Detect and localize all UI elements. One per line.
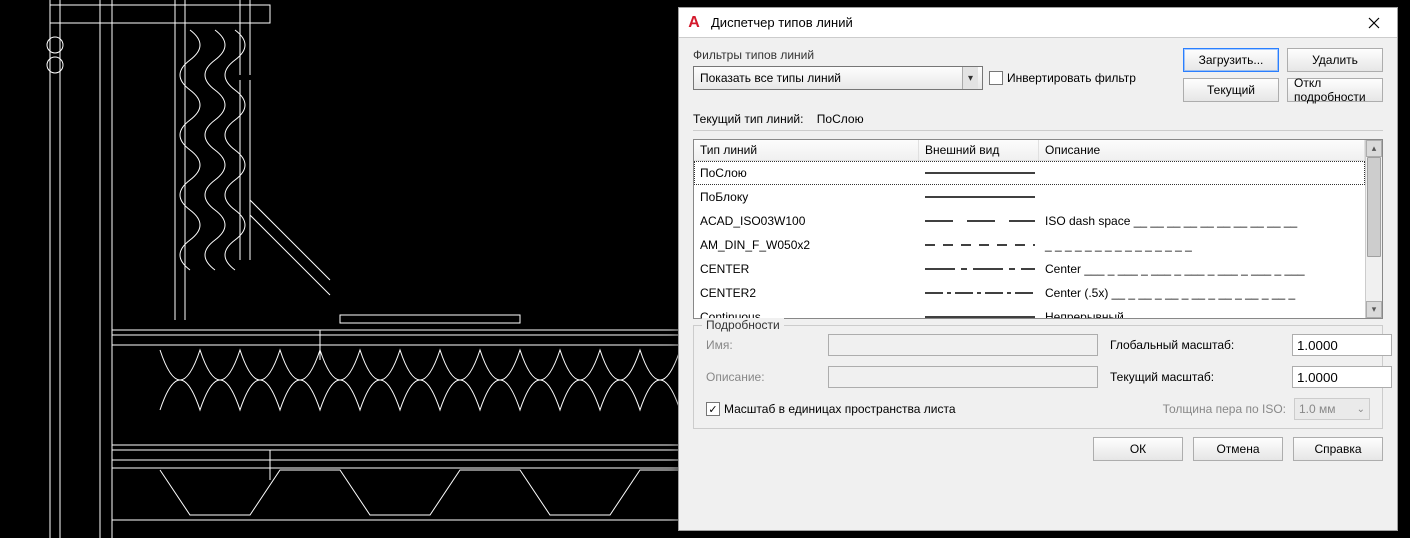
- filters-group-label: Фильтры типов линий: [693, 48, 1173, 62]
- delete-button[interactable]: Удалить: [1287, 48, 1383, 72]
- checkbox-box: ✓: [706, 402, 720, 416]
- scroll-track[interactable]: [1366, 157, 1382, 301]
- linetype-preview: [919, 282, 1039, 304]
- details-legend: Подробности: [702, 318, 784, 332]
- linetype-row[interactable]: ACAD_ISO03W100 ISO dash space __ __ __ _…: [694, 209, 1365, 233]
- current-scale-label: Текущий масштаб:: [1110, 370, 1280, 384]
- description-label: Описание:: [706, 370, 816, 384]
- linetype-name: Continuous: [694, 307, 919, 318]
- col-header-appearance[interactable]: Внешний вид: [919, 140, 1039, 161]
- iso-pen-label: Толщина пера по ISO:: [1163, 402, 1286, 416]
- linetype-preview: [919, 186, 1039, 208]
- linetype-name: ПоБлоку: [694, 187, 919, 207]
- description-field: [828, 366, 1098, 388]
- linetype-description: Непрерывный: [1039, 307, 1365, 318]
- scroll-up-button[interactable]: ▴: [1366, 140, 1382, 157]
- filters-dropdown-text: Показать все типы линий: [700, 71, 962, 85]
- close-icon: [1368, 17, 1380, 29]
- window-title: Диспетчер типов линий: [711, 15, 1351, 30]
- scroll-thumb[interactable]: [1367, 157, 1381, 257]
- scroll-down-button[interactable]: ▾: [1366, 301, 1382, 318]
- close-button[interactable]: [1351, 8, 1397, 38]
- iso-pen-select: 1.0 мм ⌄: [1294, 398, 1370, 420]
- help-button[interactable]: Справка: [1293, 437, 1383, 461]
- chevron-down-icon: ⌄: [1353, 404, 1365, 415]
- list-header: Тип линий Внешний вид Описание: [694, 140, 1365, 161]
- chevron-down-icon: ▾: [962, 67, 978, 89]
- linetype-description: Center ___ _ ___ _ ___ _ ___ _ ___ _ ___…: [1039, 259, 1365, 279]
- checkbox-box: [989, 71, 1003, 85]
- linetype-preview: [919, 258, 1039, 280]
- current-linetype-label: Текущий тип линий: ПоСлою: [693, 110, 1383, 131]
- ok-button[interactable]: ОК: [1093, 437, 1183, 461]
- linetype-row[interactable]: ПоСлою: [694, 161, 1365, 185]
- invert-filter-label: Инвертировать фильтр: [1007, 71, 1136, 85]
- cad-drawing-area: [0, 0, 680, 538]
- filters-group: Фильтры типов линий Показать все типы ли…: [693, 48, 1173, 90]
- global-scale-label: Глобальный масштаб:: [1110, 338, 1280, 352]
- linetype-preview: [919, 306, 1039, 318]
- linetype-description: [1039, 170, 1365, 176]
- linetype-name: ПоСлою: [694, 163, 919, 183]
- col-header-name[interactable]: Тип линий: [694, 140, 919, 161]
- linetype-preview: [919, 210, 1039, 232]
- current-scale-field[interactable]: [1292, 366, 1392, 388]
- paperspace-scale-label: Масштаб в единицах пространства листа: [724, 402, 956, 416]
- linetypes-listbox: Тип линий Внешний вид Описание ПоСлою По…: [693, 139, 1383, 319]
- list-vertical-scrollbar[interactable]: ▴ ▾: [1365, 140, 1382, 318]
- invert-filter-checkbox[interactable]: Инвертировать фильтр: [989, 71, 1136, 85]
- linetype-preview: [919, 162, 1039, 184]
- global-scale-field[interactable]: [1292, 334, 1392, 356]
- name-field: [828, 334, 1098, 356]
- linetype-row[interactable]: AM_DIN_F_W050x2 _ _ _ _ _ _ _ _ _ _ _ _ …: [694, 233, 1365, 257]
- linetype-manager-dialog: A Диспетчер типов линий Фильтры типов ли…: [678, 7, 1398, 531]
- linetype-description: [1039, 194, 1365, 200]
- paperspace-scale-checkbox[interactable]: ✓ Масштаб в единицах пространства листа: [706, 402, 956, 416]
- linetype-row[interactable]: Continuous Непрерывный: [694, 305, 1365, 318]
- linetype-name: CENTER: [694, 259, 919, 279]
- linetype-row[interactable]: ПоБлоку: [694, 185, 1365, 209]
- linetype-preview: [919, 234, 1039, 256]
- linetype-name: AM_DIN_F_W050x2: [694, 235, 919, 255]
- col-header-description[interactable]: Описание: [1039, 140, 1365, 161]
- linetype-name: CENTER2: [694, 283, 919, 303]
- linetype-description: ISO dash space __ __ __ __ __ __ __ __ _…: [1039, 211, 1365, 231]
- set-current-button[interactable]: Текущий: [1183, 78, 1279, 102]
- app-icon: A: [685, 14, 703, 32]
- linetype-description: _ _ _ _ _ _ _ _ _ _ _ _ _ _ _: [1039, 235, 1365, 255]
- linetype-row[interactable]: CENTER Center ___ _ ___ _ ___ _ ___ _ __…: [694, 257, 1365, 281]
- cancel-button[interactable]: Отмена: [1193, 437, 1283, 461]
- linetype-description: Center (.5x) __ _ __ _ __ _ __ _ __ _ __…: [1039, 283, 1365, 303]
- details-group: Подробности Имя: Глобальный масштаб: Опи…: [693, 325, 1383, 429]
- name-label: Имя:: [706, 338, 816, 352]
- filters-dropdown[interactable]: Показать все типы линий ▾: [693, 66, 983, 90]
- load-button[interactable]: Загрузить...: [1183, 48, 1279, 72]
- titlebar: A Диспетчер типов линий: [679, 8, 1397, 38]
- linetype-row[interactable]: CENTER2 Center (.5x) __ _ __ _ __ _ __ _…: [694, 281, 1365, 305]
- toggle-details-button[interactable]: Откл подробности: [1287, 78, 1383, 102]
- linetype-name: ACAD_ISO03W100: [694, 211, 919, 231]
